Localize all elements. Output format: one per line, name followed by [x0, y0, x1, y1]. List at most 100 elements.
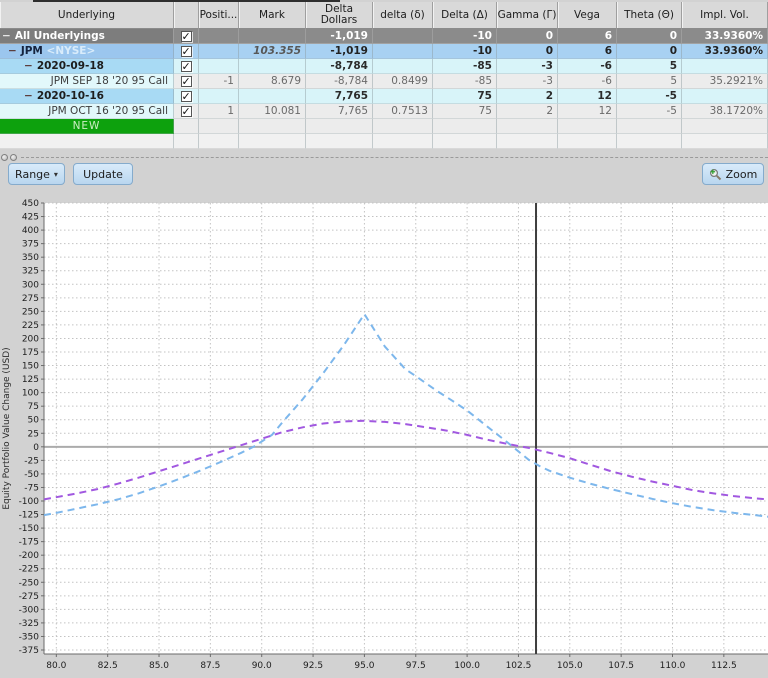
mark-cell	[239, 29, 306, 44]
tree-collapse-icon[interactable]: −	[2, 29, 11, 43]
underlying-label: JPM SEP 18 '20 95 Call	[50, 75, 168, 87]
row-checkbox[interactable]: ✓	[180, 75, 192, 87]
splitter-expand-icon[interactable]	[10, 154, 17, 161]
zoom-button[interactable]: Zoom	[702, 163, 764, 185]
risk-profile-chart: 450 425 400 375 350 325 300 275 250 225 200 175 150 1…	[0, 196, 768, 678]
row-checkbox[interactable]: ✓	[180, 90, 192, 102]
vega-cell: -6	[558, 59, 617, 74]
table-row[interactable]: NEW	[0, 119, 768, 134]
position-cell	[199, 119, 239, 134]
delta_dollars-cell: -1,019	[306, 44, 373, 59]
svg-text:95.0: 95.0	[354, 661, 374, 671]
svg-text:125: 125	[22, 375, 39, 385]
svg-text:175: 175	[22, 348, 39, 358]
delta_dollars-cell: -1,019	[306, 29, 373, 44]
svg-text:-125: -125	[19, 511, 39, 521]
splitter-collapse-icon[interactable]	[1, 154, 8, 161]
impl_vol-cell	[682, 134, 768, 149]
column-header-delta[interactable]: delta (δ)	[373, 2, 433, 29]
impl_vol-cell: 35.2921%	[682, 74, 768, 89]
tree-collapse-icon[interactable]: −	[24, 89, 33, 103]
column-header-position[interactable]: Positi...	[199, 2, 239, 29]
row-checkbox[interactable]: ✓	[180, 30, 192, 42]
gamma-cell	[497, 134, 558, 149]
row-checkbox[interactable]: ✓	[180, 45, 192, 57]
checkbox-cell	[174, 134, 199, 149]
impl_vol-cell: 33.9360%	[682, 44, 768, 59]
row-checkbox[interactable]: ✓	[180, 60, 192, 72]
svg-text:100.0: 100.0	[454, 661, 480, 671]
vega-cell: 12	[558, 104, 617, 119]
checkbox-cell: ✓	[174, 74, 199, 89]
table-row[interactable]	[0, 134, 768, 149]
svg-text:107.5: 107.5	[608, 661, 634, 671]
underlying-cell: NEW	[0, 119, 174, 134]
position-cell	[199, 134, 239, 149]
position-cell	[199, 89, 239, 104]
underlying-label: JPM	[20, 45, 43, 57]
column-header-checked[interactable]	[174, 2, 199, 29]
delta-cell	[433, 134, 497, 149]
risk-navigator-window: Underlying Positi... Mark Delta Dollars delt…	[0, 0, 768, 678]
chart-canvas[interactable]: 4504254003753503253002752502252001751501…	[0, 196, 768, 678]
position-cell: 1	[199, 104, 239, 119]
update-button[interactable]: Update	[73, 163, 133, 185]
underlying-cell: −2020-10-16	[0, 89, 174, 104]
svg-text:112.5: 112.5	[711, 661, 737, 671]
svg-text:200: 200	[22, 334, 39, 344]
table-row[interactable]: −2020-10-16 ✓ 7,765 75 2 12 -5	[0, 89, 768, 104]
delta_dollars-cell: 7,765	[306, 104, 373, 119]
table-header-row: Underlying Positi... Mark Delta Dollars delt…	[0, 2, 768, 29]
column-header-Delta[interactable]: Delta (Δ)	[433, 2, 497, 29]
delta-cell: 75	[433, 89, 497, 104]
row-checkbox[interactable]: ✓	[180, 105, 192, 117]
svg-text:-225: -225	[19, 565, 39, 575]
column-header-theta[interactable]: Theta (Θ)	[617, 2, 682, 29]
table-row[interactable]: JPM OCT 16 '20 95 Call ✓ 1 10.081 7,765 0.751…	[0, 104, 768, 119]
chevron-down-icon: ▾	[53, 169, 58, 179]
impl_vol-cell	[682, 89, 768, 104]
column-header-label[interactable]: Underlying	[0, 2, 174, 29]
positions-table: Underlying Positi... Mark Delta Dollars delt…	[0, 2, 768, 149]
delta-cell: 75	[433, 104, 497, 119]
svg-text:-50: -50	[24, 470, 39, 480]
checkbox-cell: ✓	[174, 29, 199, 44]
tree-collapse-icon[interactable]: −	[24, 59, 33, 73]
column-header-vega[interactable]: Vega	[558, 2, 617, 29]
theta-cell: 5	[617, 59, 682, 74]
vega-cell: -6	[558, 74, 617, 89]
delta-cell: -10	[433, 29, 497, 44]
delta-cell: -85	[433, 59, 497, 74]
underlying-label: 2020-09-18	[36, 60, 104, 72]
splitter-line	[21, 157, 768, 158]
table-row[interactable]: − All Underlyings ✓ -1,019 -10 0 6 0 33.9360%	[0, 29, 768, 44]
column-header-delta_dollars[interactable]: Delta Dollars	[306, 2, 373, 29]
svg-text:150: 150	[22, 362, 39, 372]
svg-text:300: 300	[22, 280, 39, 290]
range-button[interactable]: Range ▾	[8, 163, 65, 185]
checkbox-cell: ✓	[174, 104, 199, 119]
svg-text:80.0: 80.0	[46, 661, 66, 671]
zoom-button-label: Zoom	[725, 167, 758, 181]
theta-cell: 0	[617, 29, 682, 44]
gamma-cell	[497, 119, 558, 134]
svg-text:92.5: 92.5	[303, 661, 323, 671]
svg-text:225: 225	[22, 321, 39, 331]
column-header-mark[interactable]: Mark	[239, 2, 306, 29]
theta-cell: 0	[617, 44, 682, 59]
table-row[interactable]: JPM SEP 18 '20 95 Call ✓ -1 8.679 -8,784 0.84…	[0, 74, 768, 89]
column-header-gamma[interactable]: Gamma (Γ)	[497, 2, 558, 29]
table-row[interactable]: − JPM <NYSE> ✓ 103.355 -1,019 -10 0 6 0 33.9360%	[0, 44, 768, 59]
svg-text:-100: -100	[19, 497, 40, 507]
column-header-impl_vol[interactable]: Impl. Vol.	[682, 2, 768, 29]
impl_vol-cell	[682, 119, 768, 134]
mark-cell: 103.355	[239, 44, 306, 59]
tree-collapse-icon[interactable]: −	[8, 44, 17, 58]
table-row[interactable]: −2020-09-18 ✓ -8,784 -85 -3 -6 5	[0, 59, 768, 74]
checkbox-cell: ✓	[174, 89, 199, 104]
svg-text:-275: -275	[19, 592, 39, 602]
position-cell	[199, 44, 239, 59]
svg-text:400: 400	[22, 226, 39, 236]
update-button-label: Update	[83, 167, 123, 181]
y-axis-label: Equity Portfolio Value Change (USD)	[2, 347, 12, 509]
